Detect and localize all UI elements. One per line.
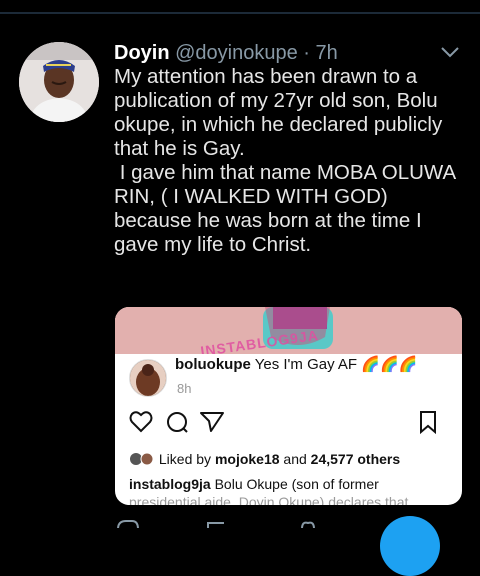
author-handle[interactable]: @doyinokupe — [175, 42, 298, 64]
like-icon — [301, 521, 315, 528]
heart-icon — [129, 411, 153, 433]
compose-button[interactable] — [380, 516, 440, 576]
instagram-caption: instablog9ja Bolu Okupe (son of former p… — [129, 475, 451, 505]
caption-text: Bolu Okupe (son of former — [214, 476, 379, 492]
embedded-image-card[interactable]: INSTABLOG9JA boluokupe Yes I'm Gay AF 🌈🌈… — [115, 307, 462, 505]
instagram-action-icons — [129, 409, 449, 435]
liked-by-user: mojoke18 — [214, 451, 280, 467]
author-avatar[interactable] — [19, 42, 99, 122]
instagram-username: boluokupe — [175, 356, 251, 373]
reply-icon — [117, 520, 139, 528]
tweet-body: My attention has been drawn to a publica… — [114, 65, 456, 256]
liked-by-and: and — [283, 451, 307, 467]
retweet-icon — [207, 522, 224, 528]
instagram-avatar — [129, 359, 167, 397]
instagram-photo: INSTABLOG9JA — [115, 307, 462, 354]
tweet-timestamp[interactable]: 7h — [316, 42, 338, 64]
instagram-post-text: Yes I'm Gay AF — [254, 356, 358, 373]
bookmark-icon — [420, 411, 436, 435]
instagram-time: 8h — [177, 381, 192, 396]
author-name[interactable]: Doyin — [114, 42, 170, 64]
top-divider — [0, 12, 480, 14]
tweet-text: My attention has been drawn to a publica… — [114, 65, 466, 257]
dot-separator: · — [303, 42, 310, 64]
caption-user: instablog9ja — [129, 476, 211, 492]
likes-count: 24,577 others — [310, 451, 401, 467]
instagram-user-line: boluokupe Yes I'm Gay AF 🌈🌈🌈 — [175, 355, 417, 373]
share-icon — [200, 412, 224, 432]
caption-more: presidential aide, Doyin Okupe) declares… — [129, 494, 409, 505]
liked-by-prefix: Liked by — [158, 451, 212, 467]
rainbow-emojis: 🌈🌈🌈 — [361, 356, 418, 373]
liked-by: Liked by mojoke18 and 24,577 others — [129, 451, 400, 467]
tweet-header: Doyin @doyinokupe · 7h — [114, 40, 444, 66]
chevron-down-icon[interactable] — [438, 42, 462, 62]
comment-icon — [167, 412, 188, 433]
